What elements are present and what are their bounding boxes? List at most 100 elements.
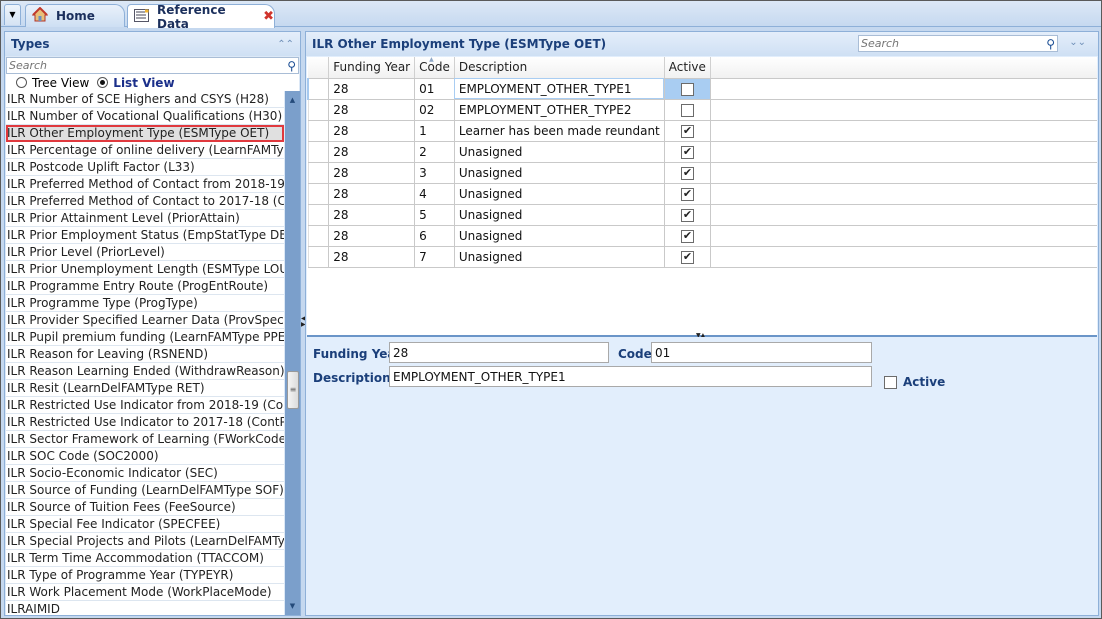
- checkbox-checked[interactable]: [680, 229, 694, 243]
- list-item[interactable]: ILR Reason for Leaving (RSNEND): [6, 346, 284, 363]
- table-row[interactable]: 28 3 Unasigned: [307, 162, 1097, 184]
- list-item[interactable]: ILR Provider Specified Learner Data (Pro…: [6, 312, 284, 329]
- list-item[interactable]: ILR Preferred Method of Contact to 2017-…: [6, 193, 284, 210]
- cell-description[interactable]: EMPLOYMENT_OTHER_TYPE1: [454, 78, 665, 100]
- checkbox-checked[interactable]: [680, 166, 694, 180]
- list-item[interactable]: ILR Prior Unemployment Length (ESMType L…: [6, 261, 284, 278]
- cell-active[interactable]: [664, 246, 711, 268]
- list-item[interactable]: ILR Prior Attainment Level (PriorAttain): [6, 210, 284, 227]
- table-row[interactable]: 28 2 Unasigned: [307, 141, 1097, 163]
- search-icon[interactable]: ⚲: [287, 59, 296, 73]
- column-header-active[interactable]: Active: [664, 57, 711, 79]
- close-icon[interactable]: ✖: [263, 9, 274, 24]
- description-field[interactable]: [389, 366, 872, 387]
- table-row[interactable]: 28 7 Unasigned: [307, 246, 1097, 268]
- cell-funding-year[interactable]: 28: [328, 183, 416, 205]
- cell-description[interactable]: Unasigned: [454, 141, 665, 163]
- table-row[interactable]: 28 5 Unasigned: [307, 204, 1097, 226]
- cell-funding-year[interactable]: 28: [328, 141, 416, 163]
- cell-code[interactable]: 3: [414, 162, 455, 184]
- cell-funding-year[interactable]: 28: [328, 78, 416, 100]
- cell-code[interactable]: 4: [414, 183, 455, 205]
- list-item[interactable]: ILR Sector Framework of Learning (FWorkC…: [6, 431, 284, 448]
- list-item[interactable]: ILR Programme Entry Route (ProgEntRoute): [6, 278, 284, 295]
- cell-active[interactable]: [664, 78, 711, 100]
- table-row[interactable]: 28 01 EMPLOYMENT_OTHER_TYPE1: [307, 78, 1097, 100]
- cell-active[interactable]: [664, 183, 711, 205]
- list-item[interactable]: ILR Type of Programme Year (TYPEYR): [6, 567, 284, 584]
- list-item[interactable]: ILR Prior Employment Status (EmpStatType…: [6, 227, 284, 244]
- checkbox-checked[interactable]: [680, 187, 694, 201]
- scroll-thumb[interactable]: ≡: [287, 371, 299, 409]
- cell-active[interactable]: [664, 99, 711, 121]
- scroll-down-icon[interactable]: ▼: [285, 599, 300, 613]
- list-item[interactable]: ILR Socio-Economic Indicator (SEC): [6, 465, 284, 482]
- cell-code[interactable]: 7: [414, 246, 455, 268]
- cell-description[interactable]: Unasigned: [454, 183, 665, 205]
- list-item[interactable]: ILR Number of SCE Highers and CSYS (H28): [6, 91, 284, 108]
- cell-code[interactable]: 1: [414, 120, 455, 142]
- list-item[interactable]: ILR Term Time Accommodation (TTACCOM): [6, 550, 284, 567]
- list-view-radio[interactable]: List View: [97, 76, 175, 90]
- active-checkbox[interactable]: Active: [884, 375, 945, 389]
- cell-funding-year[interactable]: 28: [328, 246, 416, 268]
- cell-active[interactable]: [664, 141, 711, 163]
- list-item[interactable]: ILR Percentage of online delivery (Learn…: [6, 142, 284, 159]
- cell-description[interactable]: Learner has been made reundant: [454, 120, 665, 142]
- list-item[interactable]: ILR Restricted Use Indicator to 2017-18 …: [6, 414, 284, 431]
- checkbox-checked[interactable]: [680, 124, 694, 138]
- cell-code[interactable]: 6: [414, 225, 455, 247]
- cell-funding-year[interactable]: 28: [328, 225, 416, 247]
- cell-code[interactable]: 5: [414, 204, 455, 226]
- types-search-input[interactable]: [9, 59, 268, 72]
- list-item[interactable]: ILR Special Projects and Pilots (LearnDe…: [6, 533, 284, 550]
- list-item[interactable]: ILR Number of Vocational Qualifications …: [6, 108, 284, 125]
- table-row[interactable]: 28 4 Unasigned: [307, 183, 1097, 205]
- column-header-description[interactable]: Description: [454, 57, 665, 79]
- list-item[interactable]: ILR SOC Code (SOC2000): [6, 448, 284, 465]
- funding-year-field[interactable]: [389, 342, 609, 363]
- cell-description[interactable]: Unasigned: [454, 225, 665, 247]
- cell-description[interactable]: EMPLOYMENT_OTHER_TYPE2: [454, 99, 665, 121]
- column-header-funding-year[interactable]: Funding Year: [328, 57, 416, 79]
- cell-funding-year[interactable]: 28: [328, 204, 416, 226]
- checkbox-checked[interactable]: [680, 250, 694, 264]
- checkbox-unchecked[interactable]: [680, 82, 694, 96]
- table-row[interactable]: 28 1 Learner has been made reundant: [307, 120, 1097, 142]
- search-icon[interactable]: ⚲: [1046, 37, 1055, 51]
- cell-code[interactable]: 02: [414, 99, 455, 121]
- list-item[interactable]: ILR Restricted Use Indicator from 2018-1…: [6, 397, 284, 414]
- checkbox-unchecked[interactable]: [680, 103, 694, 117]
- cell-active[interactable]: [664, 162, 711, 184]
- tab-home[interactable]: Home: [25, 4, 125, 27]
- list-item[interactable]: ILR Postcode Uplift Factor (L33): [6, 159, 284, 176]
- cell-description[interactable]: Unasigned: [454, 246, 665, 268]
- list-item-selected[interactable]: ILR Other Employment Type (ESMType OET): [6, 125, 284, 142]
- expand-down-icon[interactable]: ⌄⌄: [1069, 37, 1086, 48]
- cell-description[interactable]: Unasigned: [454, 162, 665, 184]
- tree-view-radio[interactable]: Tree View: [16, 76, 89, 90]
- table-row[interactable]: 28 02 EMPLOYMENT_OTHER_TYPE2: [307, 99, 1097, 121]
- table-row[interactable]: 28 6 Unasigned: [307, 225, 1097, 247]
- cell-code[interactable]: 01: [414, 78, 455, 100]
- cell-funding-year[interactable]: 28: [328, 162, 416, 184]
- types-list-scrollbar[interactable]: ▲ ≡ ▼: [285, 91, 300, 615]
- checkbox-checked[interactable]: [680, 145, 694, 159]
- column-header-code[interactable]: ▲ Code: [414, 56, 455, 79]
- checkbox-checked[interactable]: [680, 208, 694, 222]
- list-item[interactable]: ILR Resit (LearnDelFAMType RET): [6, 380, 284, 397]
- list-item[interactable]: ILR Programme Type (ProgType): [6, 295, 284, 312]
- list-item[interactable]: ILR Source of Tuition Fees (FeeSource): [6, 499, 284, 516]
- tab-reference-data[interactable]: Reference Data ✖: [127, 3, 275, 31]
- list-item[interactable]: ILR Pupil premium funding (LearnFAMType …: [6, 329, 284, 346]
- list-item[interactable]: ILR Special Fee Indicator (SPECFEE): [6, 516, 284, 533]
- list-item[interactable]: ILRAIMID: [6, 601, 284, 615]
- cell-active[interactable]: [664, 204, 711, 226]
- cell-funding-year[interactable]: 28: [328, 99, 416, 121]
- scroll-up-icon[interactable]: ▲: [285, 93, 300, 107]
- list-item[interactable]: ILR Prior Level (PriorLevel): [6, 244, 284, 261]
- cell-code[interactable]: 2: [414, 141, 455, 163]
- cell-active[interactable]: [664, 225, 711, 247]
- list-item[interactable]: ILR Preferred Method of Contact from 201…: [6, 176, 284, 193]
- cell-active[interactable]: [664, 120, 711, 142]
